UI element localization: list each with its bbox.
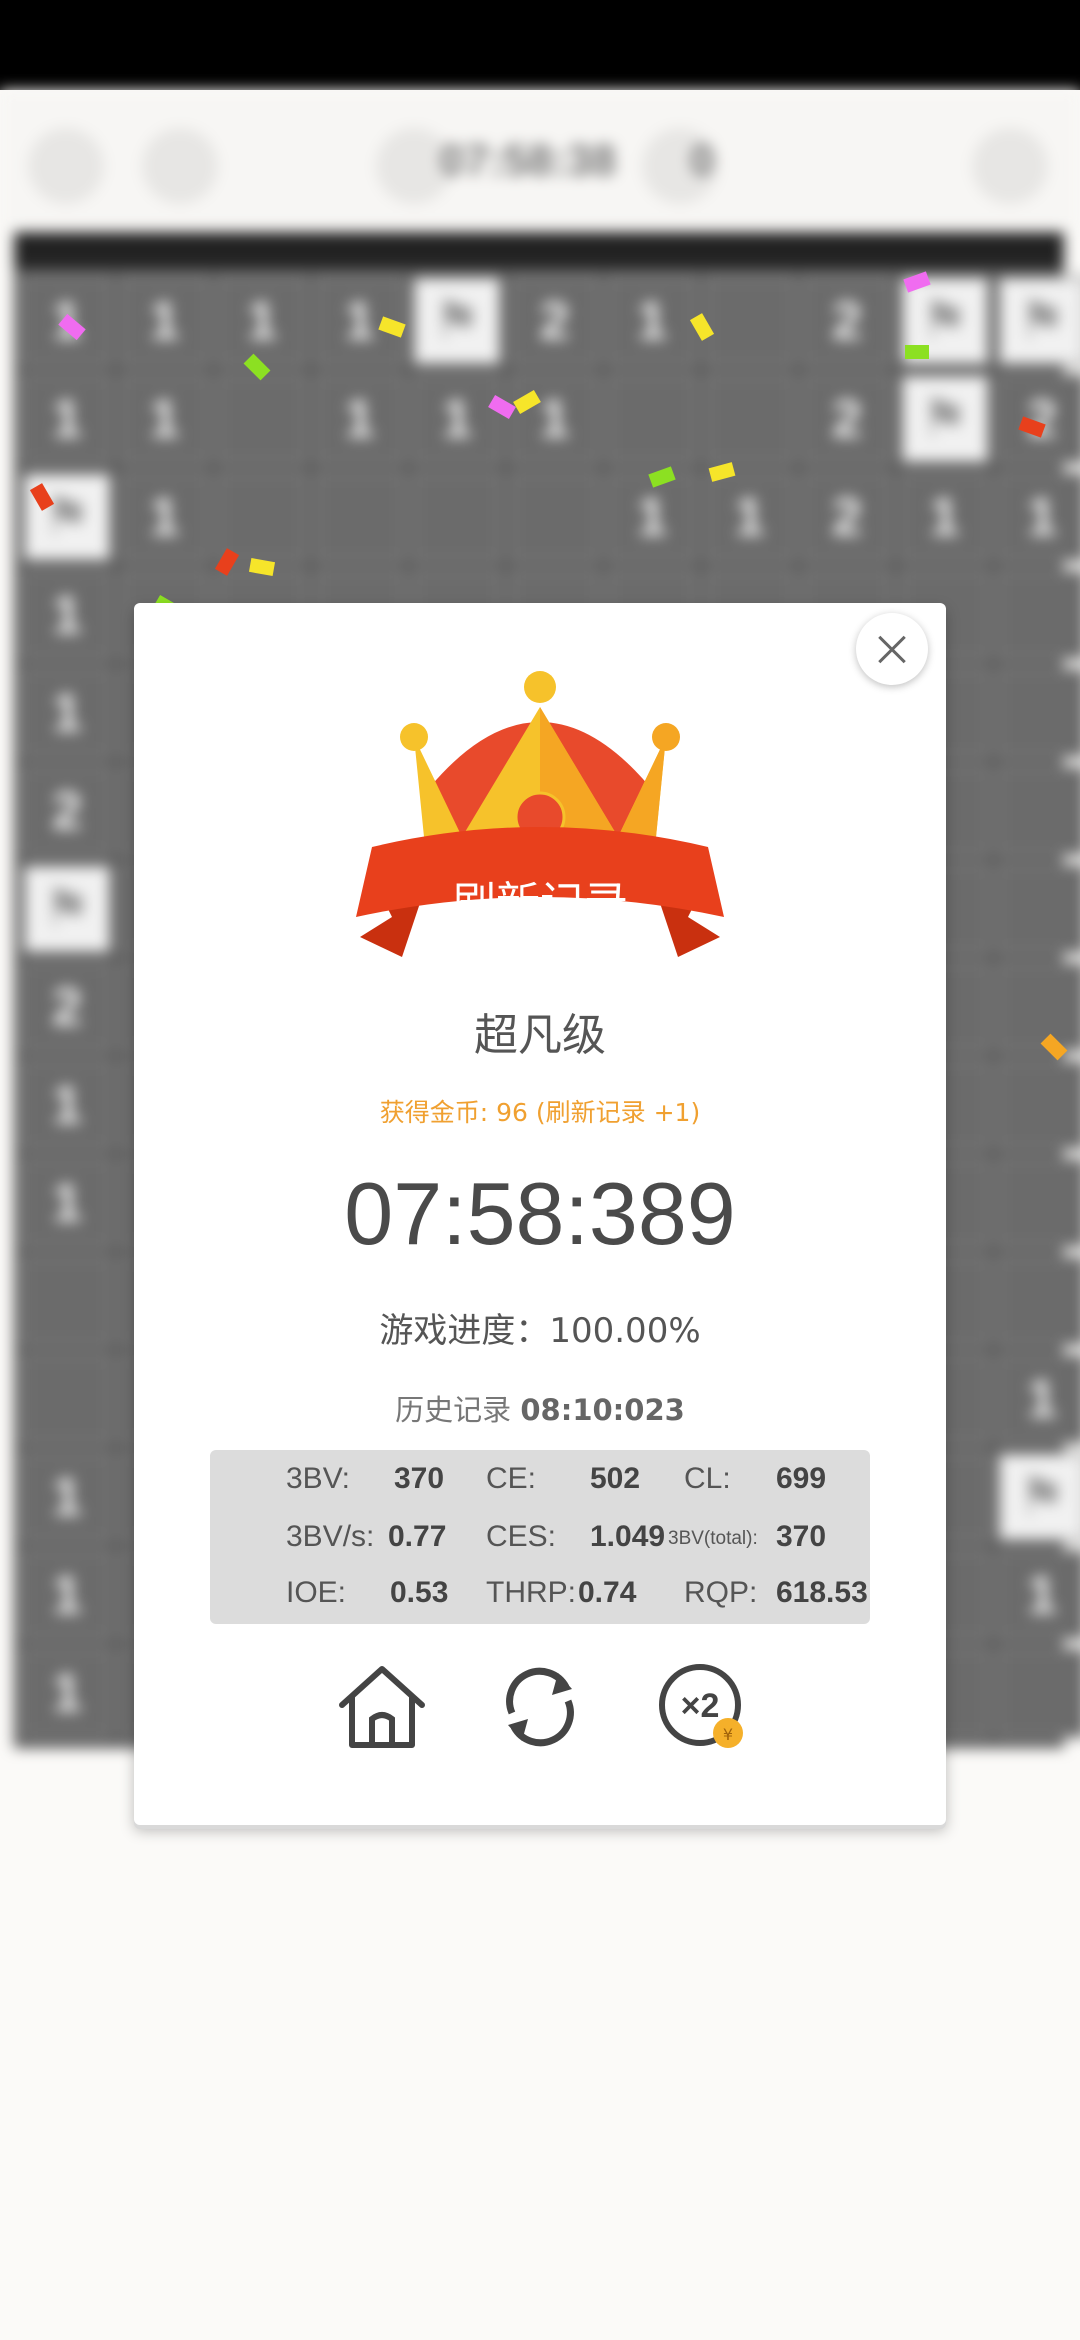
difficulty-level: 超凡级 (474, 1010, 606, 1061)
board-cell[interactable]: 1 (22, 1158, 112, 1248)
stat-value: 618.53 (776, 1576, 868, 1609)
coin-badge-symbol: ¥ (723, 1725, 733, 1744)
stat-label: CES: (486, 1520, 557, 1553)
board-cell[interactable]: 1 (22, 668, 112, 758)
stat-label: 3BV(total): (668, 1528, 758, 1549)
close-button[interactable] (856, 613, 928, 685)
action-bar: ×2 ¥ (134, 1659, 946, 1759)
board-cell[interactable] (997, 864, 1080, 954)
board-cell[interactable]: 1 (22, 1648, 112, 1738)
stat-value: 1.049 (590, 1520, 666, 1553)
board-cell[interactable]: 1 (997, 472, 1080, 562)
stat-label: 3BV: (286, 1462, 350, 1495)
stat-value: 502 (590, 1462, 641, 1495)
ribbon-label: 刷新记录 (452, 878, 628, 929)
crown-ball-right (652, 723, 680, 751)
history-label: 历史记录 (395, 1393, 521, 1427)
flag-cell[interactable]: ⚑ (997, 1452, 1080, 1542)
board-cell[interactable] (22, 1256, 112, 1346)
flag-cell[interactable]: ⚑ (412, 276, 502, 366)
board-cell[interactable]: 1 (314, 374, 405, 464)
board-cell[interactable]: 1 (119, 276, 210, 366)
board-cell[interactable] (704, 374, 795, 464)
board-cell[interactable]: 1 (217, 276, 307, 366)
board-cell[interactable]: 1 (119, 374, 210, 464)
board-cell[interactable]: 1 (22, 570, 112, 660)
refresh-button[interactable] (142, 128, 218, 204)
history-time: 08:10:023 (520, 1393, 685, 1427)
double-label: ×2 (681, 1687, 720, 1725)
board-cell[interactable]: 1 (607, 276, 697, 366)
double-coins-icon[interactable]: ×2 ¥ (654, 1659, 750, 1755)
stat-value: 0.53 (390, 1576, 449, 1609)
game-toolbar: 07:58:38 0 (0, 90, 1080, 230)
board-header-strip (14, 232, 1064, 268)
completion-time: 07:58:389 (344, 1164, 736, 1263)
crown-ball-left (400, 723, 428, 751)
board-cell[interactable] (314, 472, 405, 562)
stat-value: 699 (776, 1462, 827, 1495)
board-cell[interactable] (22, 1354, 112, 1444)
board-cell[interactable] (704, 276, 795, 366)
stat-label: 3BV/s: (286, 1520, 375, 1553)
stat-label: CL: (684, 1462, 731, 1495)
board-cell[interactable]: 1 (899, 472, 990, 562)
stat-value: 0.74 (578, 1576, 637, 1609)
stat-label: IOE: (286, 1576, 347, 1609)
board-cell[interactable] (997, 1060, 1080, 1150)
board-cell[interactable]: 2 (22, 766, 112, 856)
board-cell[interactable] (607, 374, 697, 464)
flag-cell[interactable]: ⚑ (899, 374, 990, 464)
flag-cell[interactable]: ⚑ (22, 864, 112, 954)
board-cell[interactable]: 1 (997, 1354, 1080, 1444)
board-cell[interactable]: 1 (997, 1550, 1080, 1640)
timer-text: 07:58:38 (440, 136, 617, 185)
game-progress: 游戏进度：100.00% (379, 1311, 701, 1351)
stat-value: 370 (776, 1520, 827, 1553)
board-cell[interactable] (997, 1256, 1080, 1346)
board-cell[interactable] (997, 962, 1080, 1052)
board-cell[interactable]: 1 (704, 472, 795, 562)
stat-value: 370 (394, 1462, 445, 1495)
board-cell[interactable]: 2 (802, 374, 892, 464)
board-cell[interactable] (509, 472, 600, 562)
menu-button[interactable] (28, 128, 104, 204)
coins-earned: 获得金币: 96 (刷新记录 +1) (379, 1098, 701, 1127)
board-cell[interactable] (412, 472, 502, 562)
result-dialog: 刷新记录 超凡级 获得金币: 96 (刷新记录 +1) 07:58:389 游戏… (134, 603, 946, 1825)
flag-count: 0 (690, 136, 715, 185)
flag-cell[interactable]: ⚑ (997, 276, 1080, 366)
board-cell[interactable] (217, 472, 307, 562)
settings-button[interactable] (972, 128, 1048, 204)
stat-label: THRP: (486, 1576, 576, 1609)
board-cell[interactable] (217, 374, 307, 464)
board-cell[interactable] (997, 1158, 1080, 1248)
board-cell[interactable]: 1 (509, 374, 600, 464)
status-bar (0, 0, 1080, 90)
board-cell[interactable] (997, 1648, 1080, 1738)
stats-panel: 3BV: 370 CE: 502 CL: 699 3BV/s: 0.77 CES… (210, 1450, 870, 1624)
board-cell[interactable] (997, 766, 1080, 856)
stat-label: RQP: (684, 1576, 758, 1609)
board-cell[interactable]: 2 (22, 962, 112, 1052)
board-cell[interactable] (997, 668, 1080, 758)
board-cell[interactable]: 2 (997, 374, 1080, 464)
board-cell[interactable]: 1 (412, 374, 502, 464)
board-cell[interactable]: 1 (22, 1060, 112, 1150)
confetti-piece (905, 345, 929, 359)
board-cell[interactable]: 1 (22, 1452, 112, 1542)
board-cell[interactable]: 2 (509, 276, 600, 366)
board-cell[interactable]: 1 (22, 374, 112, 464)
restart-icon[interactable] (492, 1659, 588, 1755)
home-icon[interactable] (334, 1659, 430, 1755)
board-cell[interactable] (997, 570, 1080, 660)
stat-value: 0.77 (388, 1520, 447, 1553)
board-cell[interactable]: 2 (802, 472, 892, 562)
crown-ball-top (524, 671, 556, 703)
history-record: 历史记录 08:10:023 (134, 1387, 946, 1429)
board-cell[interactable]: 1 (22, 1550, 112, 1640)
board-cell[interactable]: 2 (802, 276, 892, 366)
stat-label: CE: (486, 1462, 537, 1495)
board-cell[interactable]: 1 (119, 472, 210, 562)
